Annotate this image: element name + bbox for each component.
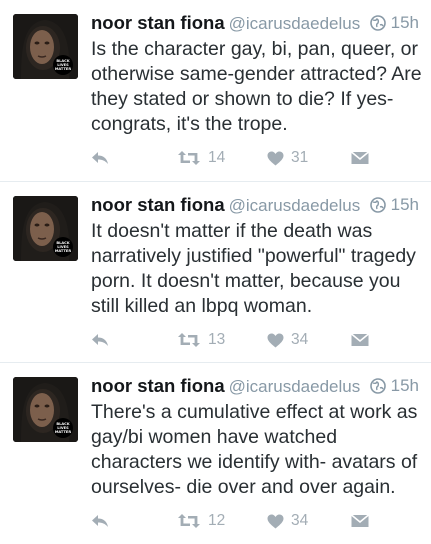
timestamp-group: 15h <box>369 192 419 221</box>
tweet[interactable]: BLACK LIVES MATTER noor stan fiona @icaru… <box>0 181 431 363</box>
tweet-actions: 12 34 <box>0 510 431 532</box>
heart-icon <box>267 514 284 529</box>
username[interactable]: @icarusdaedelus <box>229 196 361 215</box>
direct-message-icon <box>351 514 369 528</box>
timestamp-group: 15h <box>369 373 419 402</box>
username[interactable]: @icarusdaedelus <box>229 14 361 33</box>
tweet-actions: 13 34 <box>0 329 431 351</box>
timestamp[interactable]: 15h <box>391 376 419 395</box>
badge-line: MATTER <box>55 430 72 434</box>
display-name[interactable]: noor stan fiona <box>91 375 225 396</box>
direct-message-button[interactable] <box>351 329 369 351</box>
like-count: 31 <box>291 149 309 166</box>
reply-button[interactable] <box>91 329 109 351</box>
globe-icon <box>369 195 386 221</box>
reply-icon <box>91 151 109 165</box>
retweet-count: 13 <box>208 331 226 348</box>
reply-button[interactable] <box>91 510 109 532</box>
timestamp[interactable]: 15h <box>391 13 419 32</box>
globe-icon <box>369 13 386 39</box>
badge-line: MATTER <box>55 249 72 253</box>
reply-button[interactable] <box>91 147 109 169</box>
tweet-text: Is the character gay, bi, pan, queer, or… <box>91 38 422 135</box>
like-button[interactable]: 31 <box>267 147 308 169</box>
timestamp[interactable]: 15h <box>391 195 419 214</box>
direct-message-button[interactable] <box>351 510 369 532</box>
retweet-icon <box>177 332 201 348</box>
retweet-button[interactable]: 13 <box>177 329 225 351</box>
display-name[interactable]: noor stan fiona <box>91 194 225 215</box>
like-count: 34 <box>291 512 309 529</box>
retweet-count: 12 <box>208 512 226 529</box>
like-button[interactable]: 34 <box>267 510 308 532</box>
avatar[interactable]: BLACK LIVES MATTER <box>13 14 78 79</box>
globe-icon <box>369 376 386 402</box>
retweet-button[interactable]: 12 <box>177 510 225 532</box>
tweet-actions: 14 31 <box>0 147 431 169</box>
tweet[interactable]: BLACK LIVES MATTER noor stan fiona @icaru… <box>0 0 431 181</box>
tweet-header: noor stan fiona @icarusdaedelus 15h <box>91 192 419 218</box>
username[interactable]: @icarusdaedelus <box>229 377 361 396</box>
avatar[interactable]: BLACK LIVES MATTER <box>13 377 78 442</box>
tweet-text: There's a cumulative effect at work as g… <box>91 401 418 498</box>
retweet-count: 14 <box>208 149 226 166</box>
tweet[interactable]: BLACK LIVES MATTER noor stan fiona @icaru… <box>0 362 431 544</box>
badge-line: MATTER <box>55 67 72 71</box>
direct-message-icon <box>351 151 369 165</box>
direct-message-icon <box>351 333 369 347</box>
retweet-button[interactable]: 14 <box>177 147 225 169</box>
reply-icon <box>91 514 109 528</box>
heart-icon <box>267 151 284 166</box>
avatar[interactable]: BLACK LIVES MATTER <box>13 196 78 261</box>
like-count: 34 <box>291 331 309 348</box>
retweet-icon <box>177 150 201 166</box>
tweet-text: It doesn't matter if the death was narra… <box>91 220 416 317</box>
like-button[interactable]: 34 <box>267 329 308 351</box>
tweet-header: noor stan fiona @icarusdaedelus 15h <box>91 373 419 399</box>
heart-icon <box>267 333 284 348</box>
tweet-header: noor stan fiona @icarusdaedelus 15h <box>91 10 419 36</box>
display-name[interactable]: noor stan fiona <box>91 12 225 33</box>
reply-icon <box>91 333 109 347</box>
timestamp-group: 15h <box>369 10 419 39</box>
retweet-icon <box>177 513 201 529</box>
direct-message-button[interactable] <box>351 147 369 169</box>
